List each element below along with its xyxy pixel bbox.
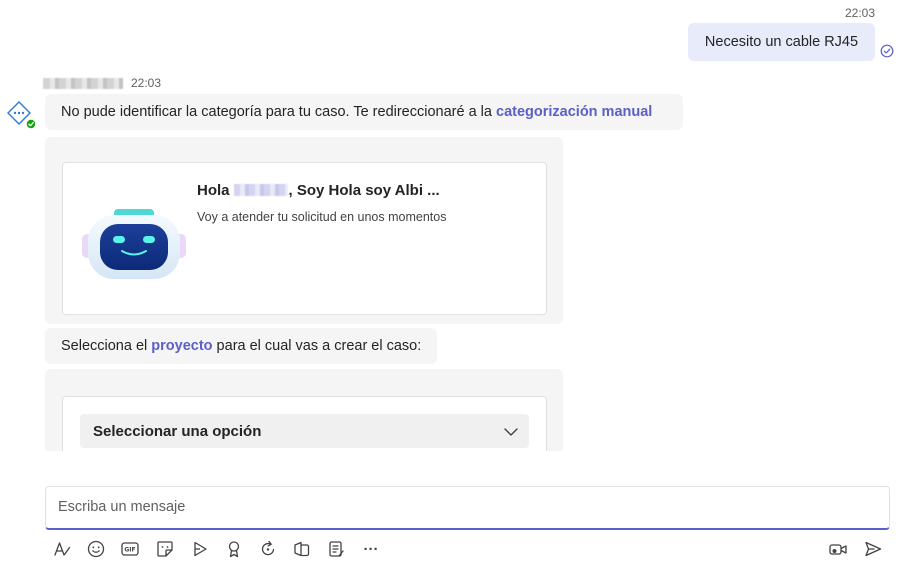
praise-icon[interactable] [223, 538, 245, 560]
bot-message-categorization: No pude identificar la categoría para tu… [45, 94, 683, 130]
welcome-card-subtitle: Voy a atender tu solicitud en unos momen… [197, 210, 447, 224]
bot-timestamp: 22:03 [131, 76, 162, 90]
robot-mascot-icon [82, 209, 186, 279]
more-options-icon[interactable]: ··· [360, 538, 382, 560]
gif-icon[interactable]: GIF [119, 538, 141, 560]
sticker-icon[interactable] [154, 538, 176, 560]
schedule-meeting-icon[interactable] [189, 538, 211, 560]
manual-categorization-link[interactable]: categorización manual [496, 104, 652, 120]
bot-message-text: No pude identificar la categoría para tu… [61, 104, 496, 120]
project-message-prefix: Selecciona el [61, 338, 152, 354]
message-input[interactable] [58, 487, 878, 527]
outgoing-message-bubble[interactable]: Necesito un cable RJ45 [688, 23, 875, 61]
project-message-suffix: para el cual vas a crear el caso: [212, 338, 422, 354]
outgoing-timestamp: 22:03 [844, 6, 875, 20]
card-title-greeting: Hola [197, 182, 230, 199]
send-icon[interactable] [862, 538, 884, 560]
forms-icon[interactable] [325, 538, 347, 560]
card-title-rest: , Soy Hola soy Albi ... [288, 182, 440, 199]
welcome-card-title: Hola , Soy Hola soy Albi ... [197, 182, 440, 199]
compose-box [45, 486, 890, 530]
chevron-down-icon[interactable] [503, 424, 519, 440]
bot-name-redacted [43, 78, 123, 89]
read-receipt-icon [880, 44, 894, 58]
format-icon[interactable] [51, 538, 73, 560]
project-select-dropdown[interactable]: Seleccionar una opción [80, 414, 529, 448]
bot-message-project: Selecciona el proyecto para el cual vas … [45, 328, 437, 364]
project-link[interactable]: proyecto [151, 338, 212, 354]
emoji-icon[interactable] [85, 538, 107, 560]
apps-icon[interactable] [291, 538, 313, 560]
bot-avatar-icon[interactable] [6, 100, 36, 130]
user-name-redacted [233, 184, 288, 196]
loop-icon[interactable] [257, 538, 279, 560]
svg-text:GIF: GIF [124, 547, 135, 554]
audio-video-icon[interactable] [827, 538, 849, 560]
